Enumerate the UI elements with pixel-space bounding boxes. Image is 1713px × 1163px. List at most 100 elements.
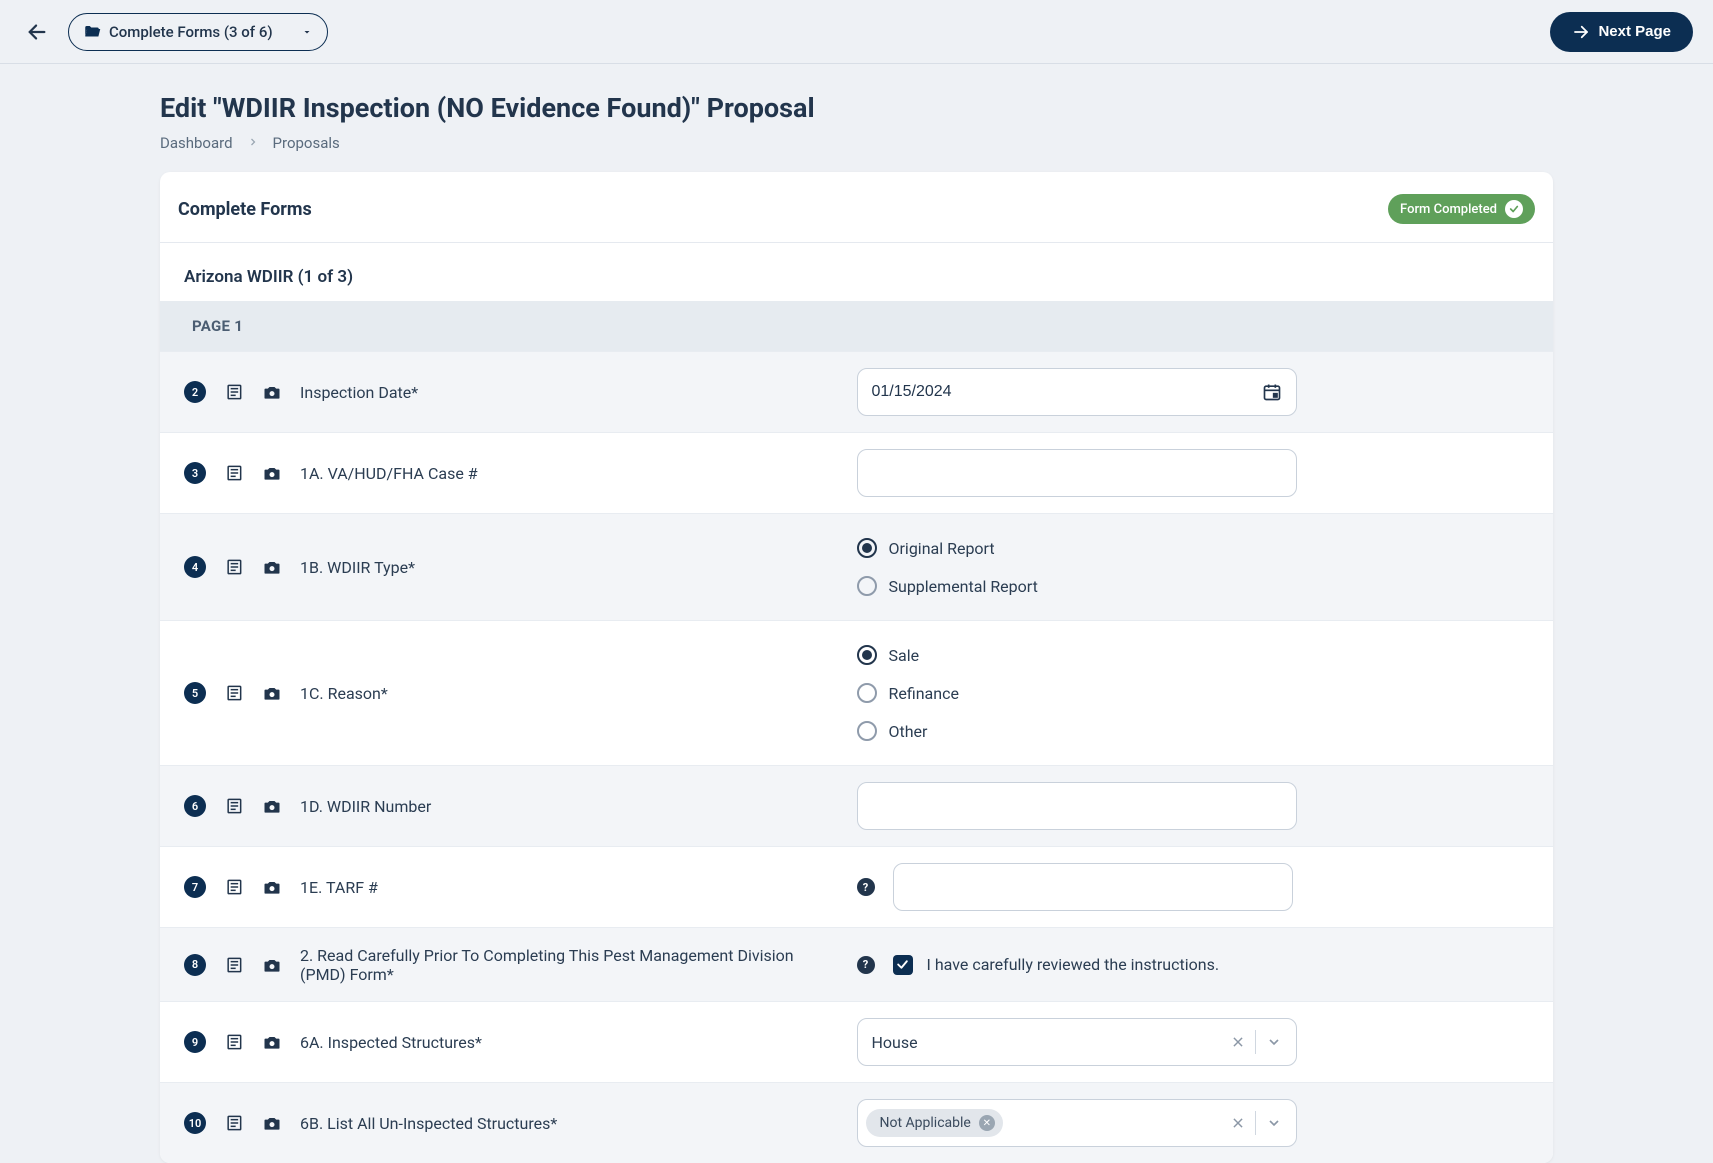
form-card: Complete Forms Form Completed Arizona WD… [160,172,1553,1163]
page-header: Edit "WDIIR Inspection (NO Evidence Foun… [0,64,1713,172]
radio-other[interactable]: Other [857,721,959,741]
row-label: 1C. Reason* [300,684,388,703]
card-header: Complete Forms Form Completed [160,172,1553,243]
date-value[interactable] [872,383,1262,401]
camera-icon[interactable] [262,463,282,483]
radio-original-report[interactable]: Original Report [857,538,1038,558]
breadcrumb-dashboard[interactable]: Dashboard [160,134,233,152]
camera-icon[interactable] [262,1113,282,1133]
notes-icon[interactable] [224,463,244,483]
camera-icon[interactable] [262,1032,282,1052]
tag-remove-icon[interactable]: ✕ [979,1115,995,1131]
form-row-tarf: 7 1E. TARF # ? [160,846,1553,927]
breadcrumb-proposals[interactable]: Proposals [273,134,340,152]
row-label: 1E. TARF # [300,878,378,897]
row-label: 1B. WDIIR Type* [300,558,415,577]
row-number: 7 [184,876,206,898]
arrow-left-icon [26,21,48,43]
inspection-date-input[interactable] [857,368,1297,416]
row-label: 1D. WDIIR Number [300,797,431,816]
radio-supplemental-report[interactable]: Supplemental Report [857,576,1038,596]
folder-open-icon [83,23,101,41]
instructions-checkbox[interactable] [893,955,913,975]
inspected-structures-select[interactable]: House [857,1018,1297,1066]
row-number: 10 [184,1112,206,1134]
page-section-label: PAGE 1 [160,301,1553,351]
separator [1255,1111,1256,1135]
form-row-reason: 5 1C. Reason* Sale Refinance [160,620,1553,765]
form-row-case-number: 3 1A. VA/HUD/FHA Case # [160,432,1553,513]
notes-icon[interactable] [224,796,244,816]
form-row-instructions: 8 2. Read Carefully Prior To Completing … [160,927,1553,1001]
form-row-wdiir-type: 4 1B. WDIIR Type* Original Report Supple… [160,513,1553,620]
chevron-right-icon [247,134,259,152]
chevron-down-icon[interactable] [1266,1115,1282,1131]
row-label: 6A. Inspected Structures* [300,1033,482,1052]
wdiir-number-value[interactable] [872,797,1282,815]
camera-icon[interactable] [262,382,282,402]
row-label: 1A. VA/HUD/FHA Case # [300,464,478,483]
form-row-wdiir-number: 6 1D. WDIIR Number [160,765,1553,846]
separator [1255,1030,1256,1054]
case-number-input[interactable] [857,449,1297,497]
row-number: 2 [184,381,206,403]
row-label: 2. Read Carefully Prior To Completing Th… [300,946,833,984]
tag-chip: Not Applicable ✕ [866,1109,1003,1137]
clear-icon[interactable] [1231,1116,1245,1130]
caret-down-icon [301,26,313,38]
calendar-icon[interactable] [1262,382,1282,402]
radio-label: Other [889,722,928,741]
row-label: 6B. List All Un-Inspected Structures* [300,1114,557,1133]
notes-icon[interactable] [224,1032,244,1052]
row-number: 9 [184,1031,206,1053]
case-number-value[interactable] [872,464,1282,482]
row-number: 4 [184,556,206,578]
camera-icon[interactable] [262,877,282,897]
form-row-uninspected-structures: 10 6B. List All Un-Inspected Structures*… [160,1082,1553,1163]
radio-label: Refinance [889,684,959,703]
radio-label: Supplemental Report [889,577,1038,596]
tarf-value[interactable] [908,878,1278,896]
radio-sale[interactable]: Sale [857,645,959,665]
card-title: Complete Forms [178,199,312,220]
page-title: Edit "WDIIR Inspection (NO Evidence Foun… [160,92,1553,124]
form-row-inspected-structures: 9 6A. Inspected Structures* House [160,1001,1553,1082]
check-circle-icon [1505,200,1523,218]
notes-icon[interactable] [224,877,244,897]
arrow-right-icon [1572,23,1590,41]
checkbox-label: I have carefully reviewed the instructio… [927,955,1220,974]
help-icon[interactable]: ? [857,956,875,974]
camera-icon[interactable] [262,955,282,975]
radio-label: Sale [889,646,920,665]
wdiir-number-input[interactable] [857,782,1297,830]
camera-icon[interactable] [262,557,282,577]
form-subtitle: Arizona WDIIR (1 of 3) [160,243,1553,301]
next-page-label: Next Page [1598,23,1671,40]
back-button[interactable] [20,15,54,49]
topbar: Complete Forms (3 of 6) Next Page [0,0,1713,64]
step-selector[interactable]: Complete Forms (3 of 6) [68,13,328,51]
notes-icon[interactable] [224,557,244,577]
wdiir-type-radio-group: Original Report Supplemental Report [857,530,1038,604]
row-label: Inspection Date* [300,383,418,402]
camera-icon[interactable] [262,683,282,703]
form-row-inspection-date: 2 Inspection Date* [160,351,1553,432]
tag-label: Not Applicable [880,1115,971,1131]
reason-radio-group: Sale Refinance Other [857,637,959,749]
help-icon[interactable]: ? [857,878,875,896]
select-value: House [872,1033,1231,1052]
radio-label: Original Report [889,539,995,558]
notes-icon[interactable] [224,1113,244,1133]
tarf-input[interactable] [893,863,1293,911]
uninspected-structures-select[interactable]: Not Applicable ✕ [857,1099,1297,1147]
clear-icon[interactable] [1231,1035,1245,1049]
notes-icon[interactable] [224,382,244,402]
radio-refinance[interactable]: Refinance [857,683,959,703]
next-page-button[interactable]: Next Page [1550,12,1693,52]
notes-icon[interactable] [224,955,244,975]
notes-icon[interactable] [224,683,244,703]
status-badge: Form Completed [1388,194,1535,224]
chevron-down-icon[interactable] [1266,1034,1282,1050]
camera-icon[interactable] [262,796,282,816]
row-number: 8 [184,954,206,976]
